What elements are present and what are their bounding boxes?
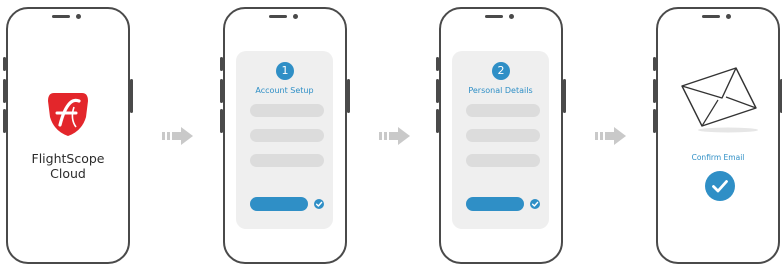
phone-side-button [653,79,656,103]
phone-speaker [485,15,503,18]
submit-button[interactable] [466,197,524,211]
phone-splash-screen: FlightScope Cloud [3,7,133,264]
step-number-badge: 2 [492,62,510,80]
phone-side-button [220,79,223,103]
phone-speaker [52,15,70,18]
phone-side-button [436,109,439,133]
phone-camera [726,14,731,19]
form-field[interactable] [250,154,324,167]
phone-side-button [563,79,566,113]
form-card: 1 Account Setup [236,51,333,229]
next-arrow-icon [379,127,410,145]
phone-confirm-email-screen: Confirm Email [653,7,782,264]
brand-name: FlightScope Cloud [8,151,128,181]
phone-side-button [436,57,439,71]
check-icon [530,199,540,209]
form-field[interactable] [466,104,540,117]
brand-line-1: FlightScope [31,151,105,166]
phone-side-button [3,79,6,103]
envelope-icon [681,67,758,133]
phone-camera [293,14,298,19]
phone-personal-details-screen: 2 Personal Details [436,7,566,264]
phone-account-setup-screen: 1 Account Setup [220,7,350,264]
phone-side-button [220,109,223,133]
phone-speaker [702,15,720,18]
next-arrow-icon [162,127,193,145]
phone-side-button [653,109,656,133]
form-field[interactable] [250,104,324,117]
phone-side-button [347,79,350,113]
check-circle-icon [705,171,735,201]
phone-side-button [3,109,6,133]
submit-button[interactable] [250,197,308,211]
step-number-badge: 1 [276,62,294,80]
phone-camera [76,14,81,19]
form-field[interactable] [250,129,324,142]
step-title: Account Setup [255,86,314,95]
form-card: 2 Personal Details [452,51,549,229]
flightscope-logo-icon [48,93,88,136]
form-field[interactable] [466,129,540,142]
phone-side-button [436,79,439,103]
phone-speaker [269,15,287,18]
form-field[interactable] [466,154,540,167]
check-icon [314,199,324,209]
next-arrow-icon [595,127,626,145]
phone-side-button [220,57,223,71]
phone-side-button [130,79,133,113]
brand-line-2: Cloud [50,166,86,181]
confirm-email-label: Confirm Email [691,153,745,162]
phone-camera [509,14,514,19]
step-title: Personal Details [468,86,533,95]
phone-side-button [3,57,6,71]
phone-side-button [653,57,656,71]
